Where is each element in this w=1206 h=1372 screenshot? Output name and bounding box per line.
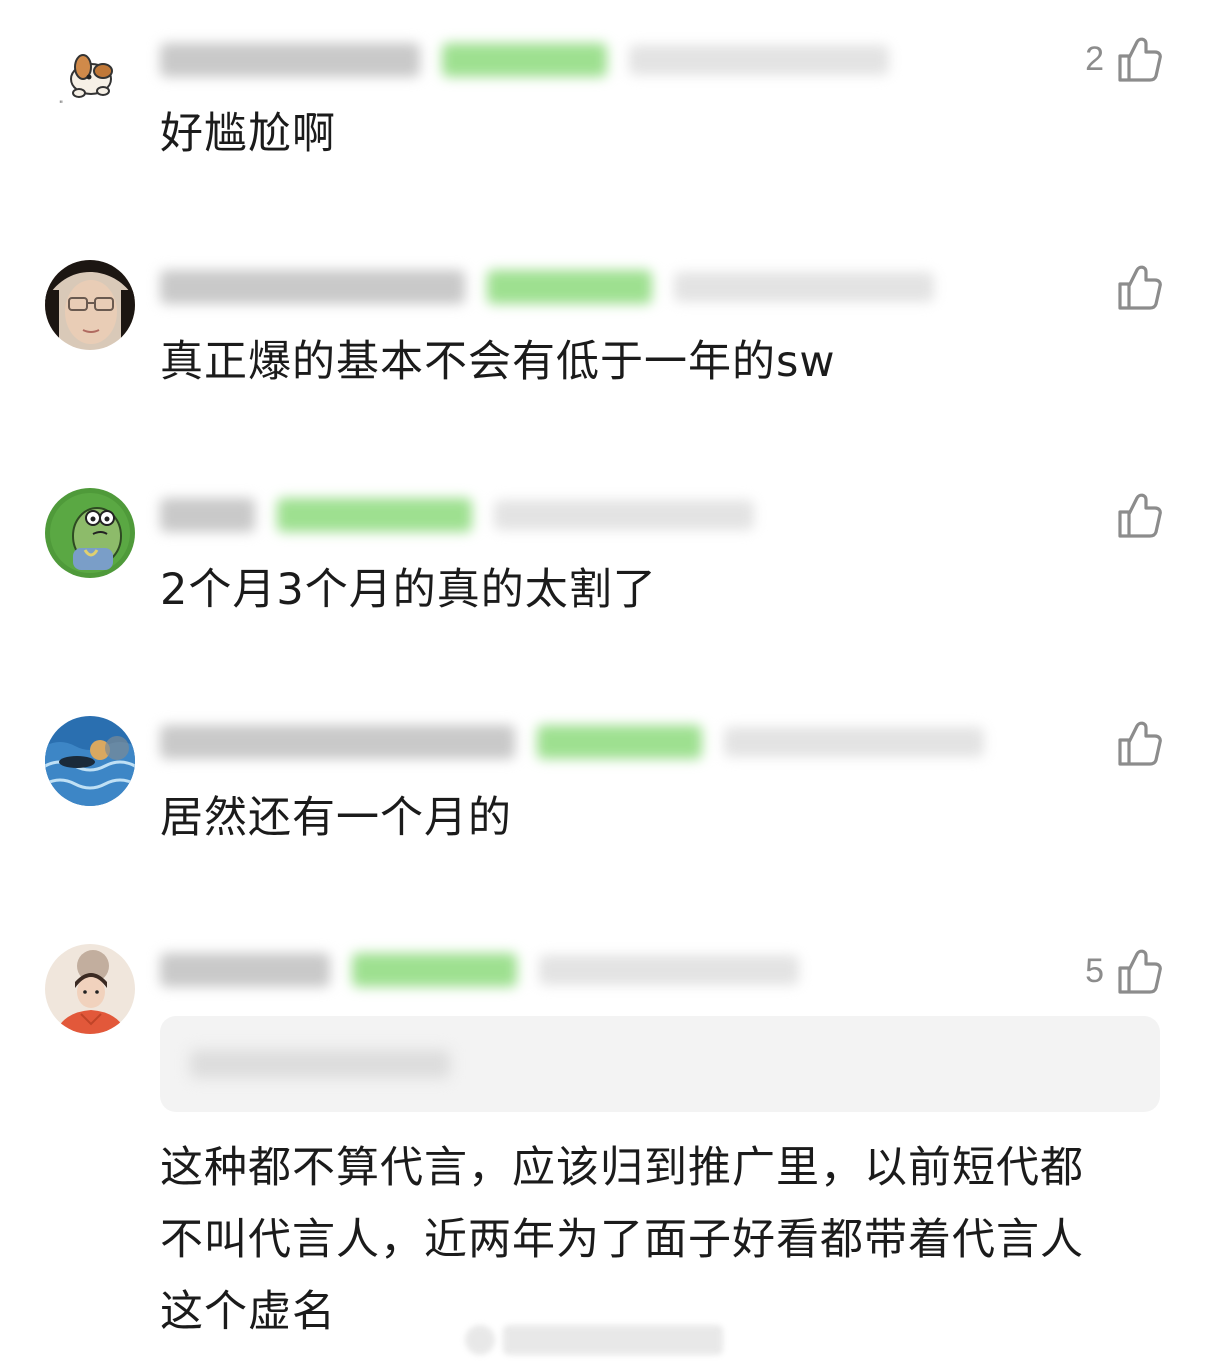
thumbs-up-icon <box>1114 34 1162 84</box>
comment-text: 居然还有一个月的 <box>160 793 512 843</box>
comment-meta-blurred <box>160 38 889 82</box>
cartoon-dog-avatar[interactable]: " <box>45 33 135 123</box>
quoted-reply-box[interactable] <box>160 1016 1160 1112</box>
woman-glasses-avatar[interactable] <box>45 260 135 350</box>
comment-meta-blurred <box>160 720 984 764</box>
thumbs-up-icon <box>1114 946 1162 996</box>
comment-meta-blurred <box>160 493 754 537</box>
comment-text: 真正爆的基本不会有低于一年的sw <box>160 337 836 387</box>
svg-text:": " <box>59 100 63 110</box>
watermark-blurred <box>465 1318 735 1362</box>
like-button[interactable]: 2 <box>1085 34 1162 84</box>
comment-meta-blurred <box>160 265 934 309</box>
thumbs-up-icon <box>1114 718 1162 768</box>
quoted-text-blurred <box>190 1050 450 1078</box>
ocean-swimmer-avatar[interactable] <box>45 716 135 806</box>
like-button[interactable] <box>1104 490 1162 540</box>
thumbs-up-icon <box>1114 490 1162 540</box>
comment-text: 这种都不算代言，应该归到推广里，以前短代都 不叫代言人，近两年为了面子好看都带着… <box>160 1143 1084 1337</box>
comment-meta-blurred <box>160 948 799 992</box>
cartoon-fish-avatar[interactable] <box>45 488 135 578</box>
comment-text: 2个月3个月的真的太割了 <box>160 565 657 615</box>
comment-text: 好尴尬啊 <box>160 109 336 159</box>
illustrated-girl-avatar[interactable] <box>45 944 135 1034</box>
like-button[interactable] <box>1104 262 1162 312</box>
thumbs-up-icon <box>1114 262 1162 312</box>
like-count: 5 <box>1085 951 1104 990</box>
like-button[interactable]: 5 <box>1085 946 1162 996</box>
like-count: 2 <box>1085 39 1104 78</box>
like-button[interactable] <box>1104 718 1162 768</box>
